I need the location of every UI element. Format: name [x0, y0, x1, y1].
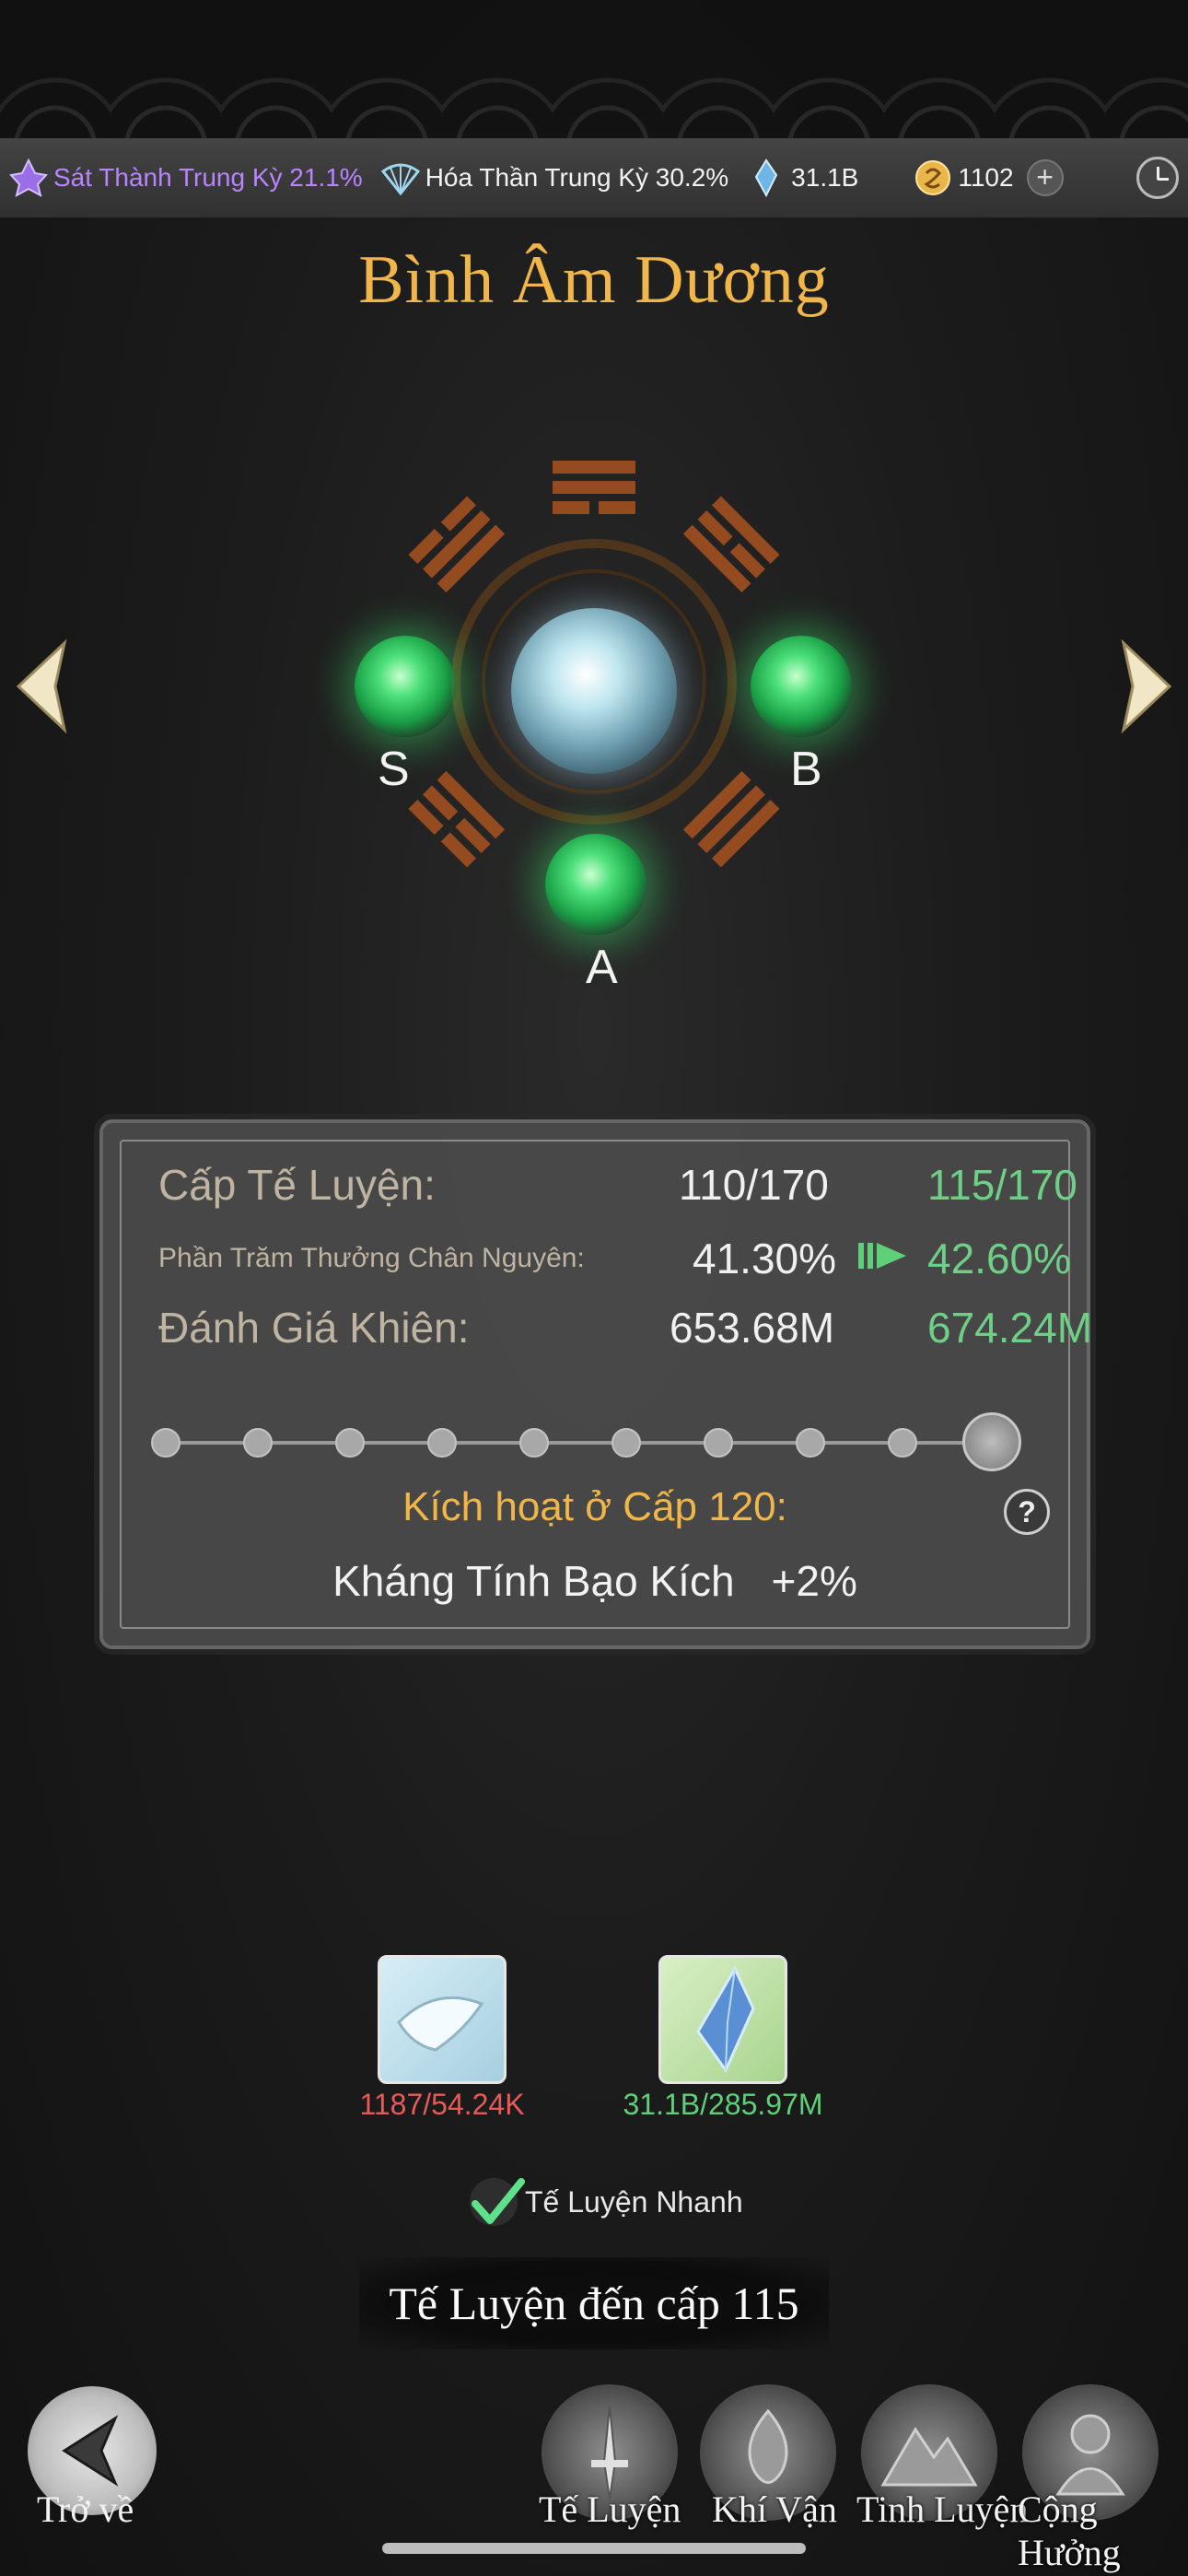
progress-dot — [243, 1428, 273, 1458]
crystal-amount: 31.1B — [791, 163, 859, 192]
tab-fortune-label: Khí Vận — [712, 2488, 837, 2530]
refine-info-panel: Cấp Tế Luyện: 110/170 115/170 Phần Trăm … — [99, 1119, 1093, 1649]
activation-bonus-value: +2% — [771, 1557, 857, 1605]
progress-dot — [888, 1428, 917, 1458]
top-decorative-pattern — [0, 0, 1188, 138]
orb-s-label: S — [378, 743, 410, 796]
progress-dot — [704, 1428, 733, 1458]
checkbox-checked-icon[interactable] — [470, 2178, 525, 2226]
previous-arrow-icon[interactable] — [9, 636, 74, 737]
refine-level-label: Cấp Tế Luyện: — [158, 1161, 436, 1209]
refine-level-next: 115/170 — [927, 1161, 1077, 1209]
progress-dot — [611, 1428, 641, 1458]
home-indicator[interactable] — [382, 2543, 806, 2554]
shield-rating-label: Đánh Giá Khiên: — [158, 1304, 470, 1352]
page-title: Bình Âm Dương — [358, 242, 830, 318]
clock-icon[interactable] — [1136, 157, 1179, 199]
cloth-icon — [397, 1996, 484, 2052]
activation-bonus-name: Kháng Tính Bạo Kích — [332, 1557, 735, 1605]
crystal-shard-icon — [696, 1965, 755, 2074]
refine-level-current: 110/170 — [679, 1161, 829, 1209]
bonus-percent-label: Phần Trăm Thưởng Chân Nguyên: — [158, 1243, 585, 1273]
progress-dot — [427, 1428, 457, 1458]
activation-bonus: Kháng Tính Bạo Kích +2% — [103, 1556, 1087, 1606]
progress-milestone-icon — [962, 1412, 1021, 1471]
coin-currency[interactable]: 1102 + — [912, 157, 1064, 199]
refine-material-crystal-icon[interactable] — [658, 1955, 787, 2084]
activate-at-level-text: Kích hoạt ở Cấp 120: — [402, 1484, 787, 1529]
crystal-material-count: 31.1B/285.97M — [623, 2088, 823, 2121]
orb-a[interactable] — [545, 834, 646, 935]
cultivation-stat[interactable]: Sát Thành Trung Kỳ 21.1% — [7, 157, 363, 199]
crystal-icon — [755, 158, 778, 198]
tab-refine-label: Tế Luyện — [539, 2488, 681, 2530]
cloth-material-count: 1187/54.24K — [359, 2088, 525, 2121]
shield-rating-next: 674.24M — [927, 1304, 1093, 1352]
plus-icon[interactable]: + — [1026, 159, 1064, 196]
bonus-percent-current: 41.30% — [693, 1235, 837, 1282]
progress-line — [160, 1441, 984, 1445]
back-label: Trở về — [37, 2488, 134, 2530]
cultivation-icon — [9, 158, 48, 197]
upgrade-arrow-icon — [858, 1243, 906, 1269]
refine-to-level-button[interactable]: Tế Luyện đến cấp 115 — [359, 2257, 829, 2349]
next-arrow-icon[interactable] — [1114, 636, 1179, 737]
orb-b[interactable] — [751, 636, 852, 737]
yin-yang-vase-orb[interactable] — [511, 608, 677, 774]
progress-dot — [335, 1428, 365, 1458]
status-bar: Sát Thành Trung Kỳ 21.1% Hóa Thần Trung … — [0, 138, 1188, 217]
orb-s[interactable] — [355, 636, 456, 737]
fan-icon — [380, 163, 420, 196]
progress-dot — [151, 1428, 181, 1458]
refine-material-cloth-icon[interactable] — [378, 1955, 507, 2084]
tab-purify-label: Tinh Luyện — [856, 2488, 1029, 2530]
quick-refine-label: Tế Luyện Nhanh — [525, 2184, 743, 2219]
coin-amount: 1102 — [958, 163, 1014, 192]
quick-refine-toggle[interactable]: Tế Luyện Nhanh — [470, 2174, 743, 2230]
help-icon[interactable]: ? — [1004, 1489, 1050, 1535]
tab-resonance-label: Cộng Hưởng — [1018, 2488, 1121, 2573]
transform-stat[interactable]: Hóa Thần Trung Kỳ 30.2% — [379, 157, 728, 199]
progress-dot — [519, 1428, 549, 1458]
crystal-currency[interactable]: 31.1B — [745, 157, 858, 199]
cultivation-stat-text: Sát Thành Trung Kỳ 21.1% — [53, 163, 363, 192]
orb-b-label: B — [790, 743, 822, 796]
coin-icon — [915, 160, 951, 195]
bonus-percent-next: 42.60% — [927, 1235, 1072, 1282]
refine-progress-track — [151, 1411, 1021, 1475]
orb-a-label: A — [586, 941, 618, 994]
transform-stat-text: Hóa Thần Trung Kỳ 30.2% — [425, 163, 729, 192]
shield-rating-current: 653.68M — [670, 1304, 835, 1352]
progress-dot — [796, 1428, 825, 1458]
